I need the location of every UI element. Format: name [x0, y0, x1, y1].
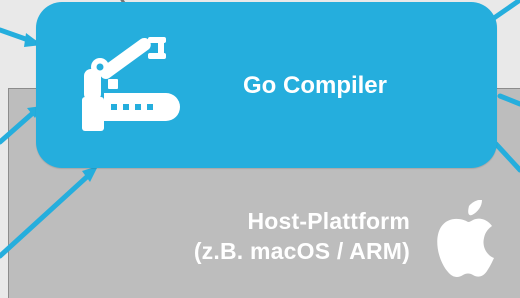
- host-platform-example: (z.B. macOS / ARM): [193, 238, 410, 264]
- arrow-mid-right: [497, 93, 520, 107]
- robot-arm-icon: [82, 37, 180, 131]
- host-platform-title: Host-Plattform: [247, 208, 410, 234]
- arrow-bottom-right: [493, 141, 520, 173]
- arrow-mid-left: [0, 109, 37, 145]
- host-platform-label: Host-Plattform (z.B. macOS / ARM): [80, 206, 410, 266]
- arrow-bottom-left: [0, 171, 93, 259]
- apple-icon: [437, 200, 494, 277]
- arrow-top-right: [491, 0, 520, 21]
- go-compiler-label: Go Compiler: [242, 72, 387, 99]
